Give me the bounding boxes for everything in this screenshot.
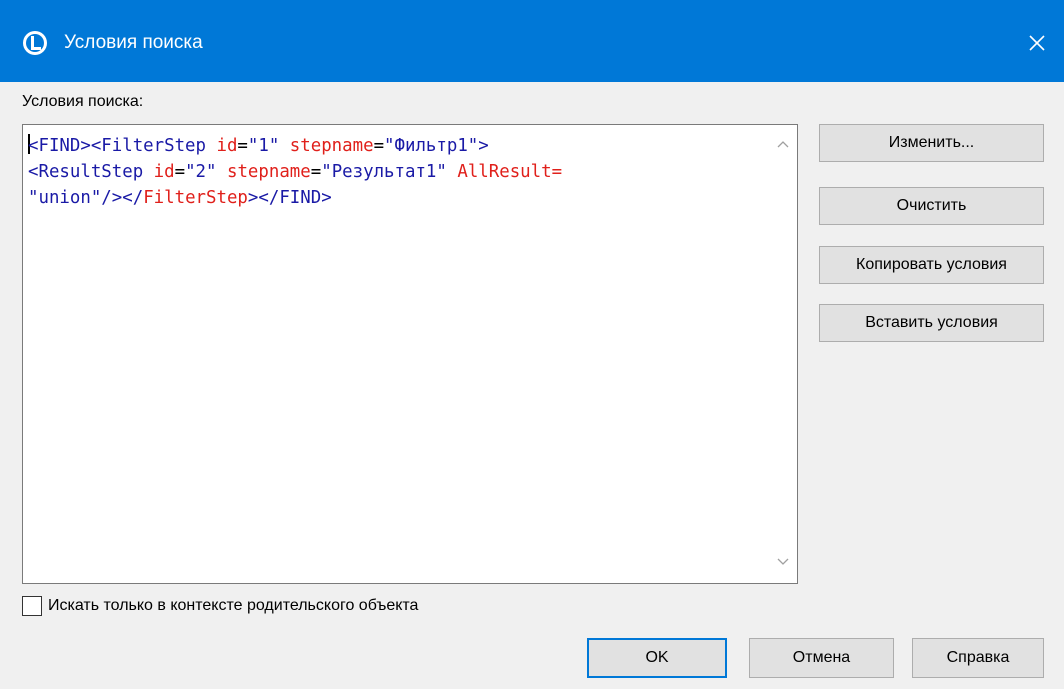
clear-button[interactable]: Очистить bbox=[819, 187, 1044, 225]
help-button[interactable]: Справка bbox=[912, 638, 1044, 678]
parent-context-option[interactable]: Искать только в контексте родительского … bbox=[22, 594, 418, 618]
code-token: id bbox=[153, 162, 175, 182]
code-token: id bbox=[216, 136, 238, 156]
code-line: <ResultStep id="2" stepname="Результат1"… bbox=[28, 159, 768, 185]
paste-conditions-button[interactable]: Вставить условия bbox=[819, 304, 1044, 342]
code-line: "union"/></FilterStep></FIND> bbox=[28, 185, 768, 211]
code-token: </FIND> bbox=[258, 188, 332, 208]
code-token: <FIND> bbox=[28, 136, 91, 156]
code-token: stepname bbox=[289, 136, 374, 156]
code-token: "2" bbox=[185, 162, 227, 182]
code-token: /> bbox=[101, 188, 123, 208]
scroll-up-arrow-icon[interactable] bbox=[775, 137, 791, 151]
dialog-window: Условия поиска Условия поиска: <FIND><Fi… bbox=[0, 0, 1064, 689]
parent-context-checkbox[interactable] bbox=[22, 596, 42, 616]
code-token: = bbox=[310, 162, 322, 182]
parent-context-label: Искать только в контексте родительского … bbox=[48, 597, 419, 614]
app-logo-icon bbox=[23, 31, 47, 55]
close-icon[interactable] bbox=[1020, 26, 1054, 60]
code-token: = bbox=[373, 136, 385, 156]
change-button[interactable]: Изменить... bbox=[819, 124, 1044, 162]
ok-button[interactable]: OK bbox=[587, 638, 727, 678]
code-token: "Фильтр1"> bbox=[384, 136, 489, 156]
code-token: <FilterStep bbox=[90, 136, 217, 156]
code-token: "1" bbox=[247, 136, 290, 156]
window-title: Условия поиска bbox=[64, 32, 203, 53]
code-token: "Результат1" bbox=[321, 162, 458, 182]
code-token: FilterStep bbox=[143, 188, 248, 208]
code-token: "union" bbox=[28, 188, 102, 208]
title-bar[interactable]: Условия поиска bbox=[0, 0, 1064, 82]
code-token: = bbox=[174, 162, 186, 182]
copy-conditions-button[interactable]: Копировать условия bbox=[819, 246, 1044, 284]
conditions-editor[interactable]: <FIND><FilterStep id="1" stepname="Фильт… bbox=[22, 124, 798, 584]
code-token: AllResult= bbox=[457, 162, 563, 182]
conditions-code[interactable]: <FIND><FilterStep id="1" stepname="Фильт… bbox=[28, 133, 768, 211]
code-token: > bbox=[247, 188, 259, 208]
code-token: stepname bbox=[226, 162, 311, 182]
scroll-down-arrow-icon[interactable] bbox=[775, 555, 791, 569]
conditions-label: Условия поиска: bbox=[22, 93, 144, 110]
code-token: = bbox=[237, 136, 248, 156]
cancel-button[interactable]: Отмена bbox=[749, 638, 894, 678]
code-token: <ResultStep bbox=[28, 162, 154, 182]
code-token: </ bbox=[122, 188, 144, 208]
code-line: <FIND><FilterStep id="1" stepname="Фильт… bbox=[28, 133, 768, 159]
